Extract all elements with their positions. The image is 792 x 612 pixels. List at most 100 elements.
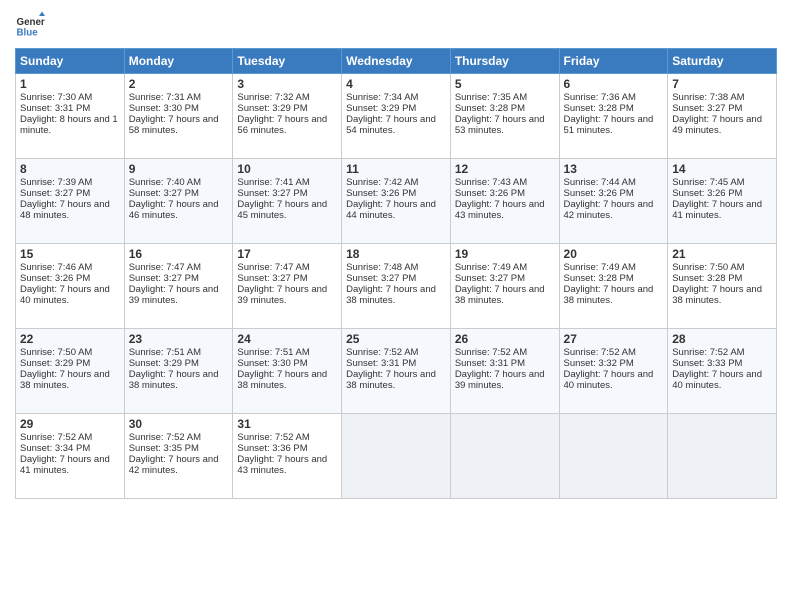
- day-of-week-header: Sunday: [16, 49, 125, 74]
- sunset-text: Sunset: 3:27 PM: [672, 103, 742, 114]
- daylight-text: Daylight: 8 hours and 1 minute.: [20, 114, 118, 136]
- calendar-day-cell: 16Sunrise: 7:47 AMSunset: 3:27 PMDayligh…: [124, 244, 233, 329]
- page-header: General Blue: [15, 10, 777, 40]
- calendar-day-cell: 13Sunrise: 7:44 AMSunset: 3:26 PMDayligh…: [559, 159, 668, 244]
- daylight-text: Daylight: 7 hours and 38 minutes.: [20, 369, 110, 391]
- sunrise-text: Sunrise: 7:52 AM: [129, 432, 201, 443]
- daylight-text: Daylight: 7 hours and 38 minutes.: [564, 284, 654, 306]
- logo-icon: General Blue: [15, 10, 45, 40]
- daylight-text: Daylight: 7 hours and 38 minutes.: [129, 369, 219, 391]
- sunrise-text: Sunrise: 7:43 AM: [455, 177, 527, 188]
- sunrise-text: Sunrise: 7:49 AM: [564, 262, 636, 273]
- sunset-text: Sunset: 3:27 PM: [129, 188, 199, 199]
- daylight-text: Daylight: 7 hours and 45 minutes.: [237, 199, 327, 221]
- calendar-day-cell: 4Sunrise: 7:34 AMSunset: 3:29 PMDaylight…: [342, 74, 451, 159]
- sunrise-text: Sunrise: 7:45 AM: [672, 177, 744, 188]
- day-of-week-header: Wednesday: [342, 49, 451, 74]
- logo: General Blue: [15, 10, 45, 40]
- daylight-text: Daylight: 7 hours and 42 minutes.: [129, 454, 219, 476]
- day-number: 28: [672, 332, 772, 346]
- day-number: 27: [564, 332, 664, 346]
- daylight-text: Daylight: 7 hours and 44 minutes.: [346, 199, 436, 221]
- day-of-week-header: Friday: [559, 49, 668, 74]
- calendar-day-cell: 21Sunrise: 7:50 AMSunset: 3:28 PMDayligh…: [668, 244, 777, 329]
- daylight-text: Daylight: 7 hours and 40 minutes.: [564, 369, 654, 391]
- sunrise-text: Sunrise: 7:39 AM: [20, 177, 92, 188]
- sunset-text: Sunset: 3:35 PM: [129, 443, 199, 454]
- daylight-text: Daylight: 7 hours and 40 minutes.: [672, 369, 762, 391]
- sunrise-text: Sunrise: 7:35 AM: [455, 92, 527, 103]
- calendar-day-cell: 8Sunrise: 7:39 AMSunset: 3:27 PMDaylight…: [16, 159, 125, 244]
- sunrise-text: Sunrise: 7:47 AM: [129, 262, 201, 273]
- day-number: 20: [564, 247, 664, 261]
- calendar-body: 1Sunrise: 7:30 AMSunset: 3:31 PMDaylight…: [16, 74, 777, 499]
- day-number: 30: [129, 417, 229, 431]
- sunrise-text: Sunrise: 7:51 AM: [129, 347, 201, 358]
- calendar-day-cell: 24Sunrise: 7:51 AMSunset: 3:30 PMDayligh…: [233, 329, 342, 414]
- day-of-week-header: Tuesday: [233, 49, 342, 74]
- sunrise-text: Sunrise: 7:51 AM: [237, 347, 309, 358]
- calendar-day-cell: 17Sunrise: 7:47 AMSunset: 3:27 PMDayligh…: [233, 244, 342, 329]
- calendar-day-cell: 30Sunrise: 7:52 AMSunset: 3:35 PMDayligh…: [124, 414, 233, 499]
- calendar-day-cell: 11Sunrise: 7:42 AMSunset: 3:26 PMDayligh…: [342, 159, 451, 244]
- day-of-week-header: Saturday: [668, 49, 777, 74]
- sunrise-text: Sunrise: 7:44 AM: [564, 177, 636, 188]
- day-number: 4: [346, 77, 446, 91]
- sunrise-text: Sunrise: 7:42 AM: [346, 177, 418, 188]
- daylight-text: Daylight: 7 hours and 38 minutes.: [346, 369, 436, 391]
- sunset-text: Sunset: 3:32 PM: [564, 358, 634, 369]
- day-number: 3: [237, 77, 337, 91]
- calendar-day-cell: 14Sunrise: 7:45 AMSunset: 3:26 PMDayligh…: [668, 159, 777, 244]
- calendar-day-cell: [668, 414, 777, 499]
- daylight-text: Daylight: 7 hours and 40 minutes.: [20, 284, 110, 306]
- sunset-text: Sunset: 3:28 PM: [564, 273, 634, 284]
- day-number: 15: [20, 247, 120, 261]
- daylight-text: Daylight: 7 hours and 39 minutes.: [455, 369, 545, 391]
- calendar-table: SundayMondayTuesdayWednesdayThursdayFrid…: [15, 48, 777, 499]
- day-number: 23: [129, 332, 229, 346]
- calendar-day-cell: 23Sunrise: 7:51 AMSunset: 3:29 PMDayligh…: [124, 329, 233, 414]
- calendar-day-cell: 10Sunrise: 7:41 AMSunset: 3:27 PMDayligh…: [233, 159, 342, 244]
- sunset-text: Sunset: 3:30 PM: [129, 103, 199, 114]
- sunrise-text: Sunrise: 7:30 AM: [20, 92, 92, 103]
- sunset-text: Sunset: 3:27 PM: [346, 273, 416, 284]
- sunrise-text: Sunrise: 7:36 AM: [564, 92, 636, 103]
- daylight-text: Daylight: 7 hours and 38 minutes.: [346, 284, 436, 306]
- day-of-week-header: Monday: [124, 49, 233, 74]
- day-number: 26: [455, 332, 555, 346]
- sunset-text: Sunset: 3:29 PM: [20, 358, 90, 369]
- sunrise-text: Sunrise: 7:31 AM: [129, 92, 201, 103]
- calendar-day-cell: 2Sunrise: 7:31 AMSunset: 3:30 PMDaylight…: [124, 74, 233, 159]
- calendar-week-row: 29Sunrise: 7:52 AMSunset: 3:34 PMDayligh…: [16, 414, 777, 499]
- calendar-day-cell: 5Sunrise: 7:35 AMSunset: 3:28 PMDaylight…: [450, 74, 559, 159]
- calendar-day-cell: 1Sunrise: 7:30 AMSunset: 3:31 PMDaylight…: [16, 74, 125, 159]
- sunrise-text: Sunrise: 7:47 AM: [237, 262, 309, 273]
- day-number: 17: [237, 247, 337, 261]
- daylight-text: Daylight: 7 hours and 51 minutes.: [564, 114, 654, 136]
- sunrise-text: Sunrise: 7:52 AM: [346, 347, 418, 358]
- sunset-text: Sunset: 3:29 PM: [129, 358, 199, 369]
- day-number: 29: [20, 417, 120, 431]
- calendar-day-cell: 7Sunrise: 7:38 AMSunset: 3:27 PMDaylight…: [668, 74, 777, 159]
- sunrise-text: Sunrise: 7:32 AM: [237, 92, 309, 103]
- sunset-text: Sunset: 3:33 PM: [672, 358, 742, 369]
- svg-text:General: General: [17, 17, 46, 28]
- sunset-text: Sunset: 3:26 PM: [455, 188, 525, 199]
- day-number: 6: [564, 77, 664, 91]
- calendar-day-cell: 9Sunrise: 7:40 AMSunset: 3:27 PMDaylight…: [124, 159, 233, 244]
- sunset-text: Sunset: 3:30 PM: [237, 358, 307, 369]
- sunset-text: Sunset: 3:27 PM: [237, 188, 307, 199]
- sunrise-text: Sunrise: 7:50 AM: [20, 347, 92, 358]
- svg-text:Blue: Blue: [17, 28, 39, 39]
- days-of-week-row: SundayMondayTuesdayWednesdayThursdayFrid…: [16, 49, 777, 74]
- calendar-day-cell: 26Sunrise: 7:52 AMSunset: 3:31 PMDayligh…: [450, 329, 559, 414]
- calendar-week-row: 15Sunrise: 7:46 AMSunset: 3:26 PMDayligh…: [16, 244, 777, 329]
- calendar-day-cell: 19Sunrise: 7:49 AMSunset: 3:27 PMDayligh…: [450, 244, 559, 329]
- day-number: 14: [672, 162, 772, 176]
- day-number: 18: [346, 247, 446, 261]
- day-number: 9: [129, 162, 229, 176]
- sunset-text: Sunset: 3:27 PM: [129, 273, 199, 284]
- calendar-day-cell: 25Sunrise: 7:52 AMSunset: 3:31 PMDayligh…: [342, 329, 451, 414]
- day-number: 1: [20, 77, 120, 91]
- sunrise-text: Sunrise: 7:41 AM: [237, 177, 309, 188]
